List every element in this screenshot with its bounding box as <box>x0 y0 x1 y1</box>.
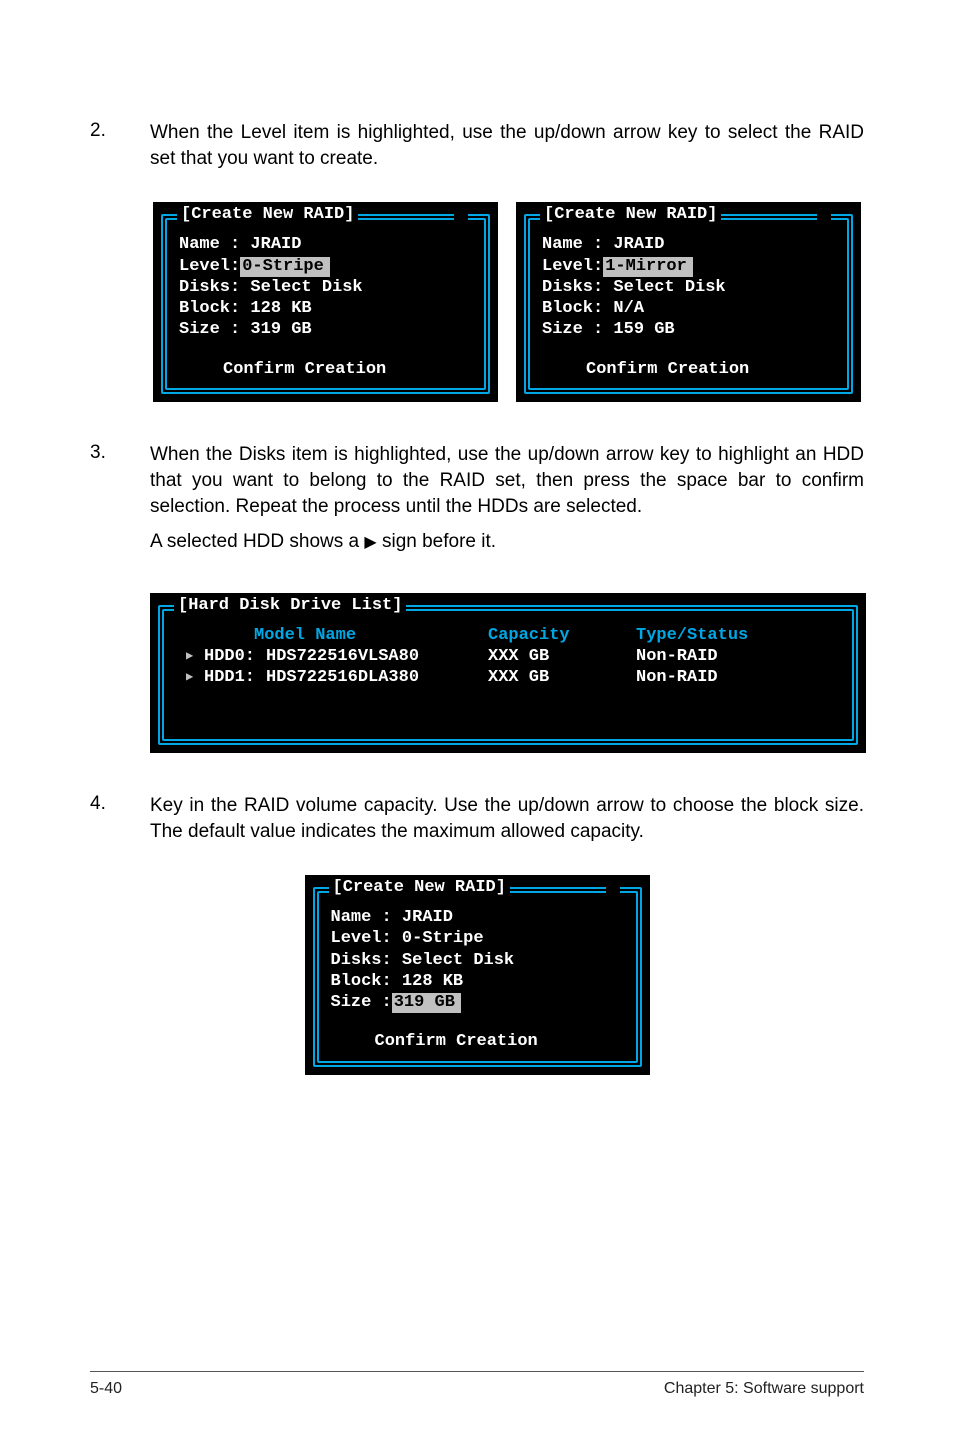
panel-content: Name : JRAID Level: 0-Stripe Disks: Sele… <box>317 901 638 1057</box>
field-level: Level: 0-Stripe <box>331 928 624 949</box>
step-3: 3. When the Disks item is highlighted, u… <box>90 442 864 563</box>
bios-panel-stripe: [Create New RAID] Name : JRAID Level:0-S… <box>153 202 498 402</box>
field-block: Block: N/A <box>542 298 835 319</box>
panel-title: [Create New RAID] <box>540 204 721 225</box>
bios-panel-size: [Create New RAID] Name : JRAID Level: 0-… <box>305 875 650 1075</box>
hdd-model: HDS722516DLA380 <box>266 667 488 688</box>
triangle-sign-icon: ▶ <box>364 534 376 551</box>
panel-content: Name : JRAID Level:1-Mirror Disks: Selec… <box>528 228 849 384</box>
frame-tail <box>454 204 468 222</box>
bios-panels-row: [Create New RAID] Name : JRAID Level:0-S… <box>150 202 864 402</box>
confirm-creation[interactable]: Confirm Creation <box>542 359 835 380</box>
bios-hdd-list: [Hard Disk Drive List] Model Name Capaci… <box>150 593 866 753</box>
hdd-type: Non-RAID <box>636 646 718 667</box>
field-level: Level:0-Stripe <box>179 256 472 277</box>
field-block: Block: 128 KB <box>331 971 624 992</box>
confirm-creation[interactable]: Confirm Creation <box>179 359 472 380</box>
page-number: 5-40 <box>90 1380 122 1398</box>
step-2: 2. When the Level item is highlighted, u… <box>90 120 864 172</box>
col-capacity-header: Capacity <box>488 625 636 646</box>
col-type-header: Type/Status <box>636 625 748 646</box>
step-4: 4. Key in the RAID volume capacity. Use … <box>90 793 864 845</box>
panel-content: Model Name Capacity Type/Status ▶ HDD0: … <box>162 619 854 693</box>
step-2-text: When the Level item is highlighted, use … <box>150 120 864 172</box>
step-3-num: 3. <box>90 442 150 563</box>
level-label: Level: <box>542 257 603 276</box>
step-3-text: When the Disks item is highlighted, use … <box>150 442 864 521</box>
size-label: Size : <box>331 993 392 1012</box>
hdd-model: HDS722516VLSA80 <box>266 646 488 667</box>
step-3-note: A selected HDD shows a ▶ sign before it. <box>150 529 864 555</box>
field-level: Level:1-Mirror <box>542 256 835 277</box>
selected-marker-icon: ▶ <box>186 670 204 685</box>
field-name: Name : JRAID <box>179 234 472 255</box>
field-disks: Disks: Select Disk <box>331 950 624 971</box>
panel-title: [Create New RAID] <box>329 877 510 898</box>
field-name: Name : JRAID <box>331 907 624 928</box>
hdd-header: Model Name Capacity Type/Status <box>176 625 840 646</box>
selected-marker-icon: ▶ <box>186 649 204 664</box>
frame-tail <box>606 877 620 895</box>
hdd-row[interactable]: ▶ HDD1: HDS722516DLA380 XXX GB Non-RAID <box>176 667 840 688</box>
page: 2. When the Level item is highlighted, u… <box>0 0 954 1438</box>
bios-panel-mirror: [Create New RAID] Name : JRAID Level:1-M… <box>516 202 861 402</box>
step-3-body: When the Disks item is highlighted, use … <box>150 442 864 563</box>
step-2-num: 2. <box>90 120 150 172</box>
frame-tail <box>817 204 831 222</box>
step-4-num: 4. <box>90 793 150 845</box>
size-value-highlight[interactable]: 319 GB <box>392 993 461 1013</box>
hdd-type: Non-RAID <box>636 667 718 688</box>
field-disks: Disks: Select Disk <box>179 277 472 298</box>
hdd-capacity: XXX GB <box>488 667 636 688</box>
hdd-capacity: XXX GB <box>488 646 636 667</box>
level-value-highlight[interactable]: 0-Stripe <box>240 257 330 277</box>
field-size: Size :319 GB <box>331 992 624 1013</box>
note-b: sign before it. <box>377 531 496 552</box>
hdd-id: HDD1: <box>204 667 266 688</box>
chapter-label: Chapter 5: Software support <box>664 1380 864 1398</box>
panel-title: [Create New RAID] <box>177 204 358 225</box>
step-4-text: Key in the RAID volume capacity. Use the… <box>150 793 864 845</box>
hdd-id: HDD0: <box>204 646 266 667</box>
field-size: Size : 319 GB <box>179 319 472 340</box>
panel-title: [Hard Disk Drive List] <box>174 595 406 616</box>
confirm-creation[interactable]: Confirm Creation <box>331 1031 624 1052</box>
note-a: A selected HDD shows a <box>150 531 364 552</box>
hdd-row[interactable]: ▶ HDD0: HDS722516VLSA80 XXX GB Non-RAID <box>176 646 840 667</box>
field-name: Name : JRAID <box>542 234 835 255</box>
col-model-header: Model Name <box>254 625 488 646</box>
panel-content: Name : JRAID Level:0-Stripe Disks: Selec… <box>165 228 486 384</box>
level-value-highlight[interactable]: 1-Mirror <box>603 257 693 277</box>
field-block: Block: 128 KB <box>179 298 472 319</box>
level-label: Level: <box>179 257 240 276</box>
field-disks: Disks: Select Disk <box>542 277 835 298</box>
page-footer: 5-40 Chapter 5: Software support <box>90 1371 864 1398</box>
field-size: Size : 159 GB <box>542 319 835 340</box>
